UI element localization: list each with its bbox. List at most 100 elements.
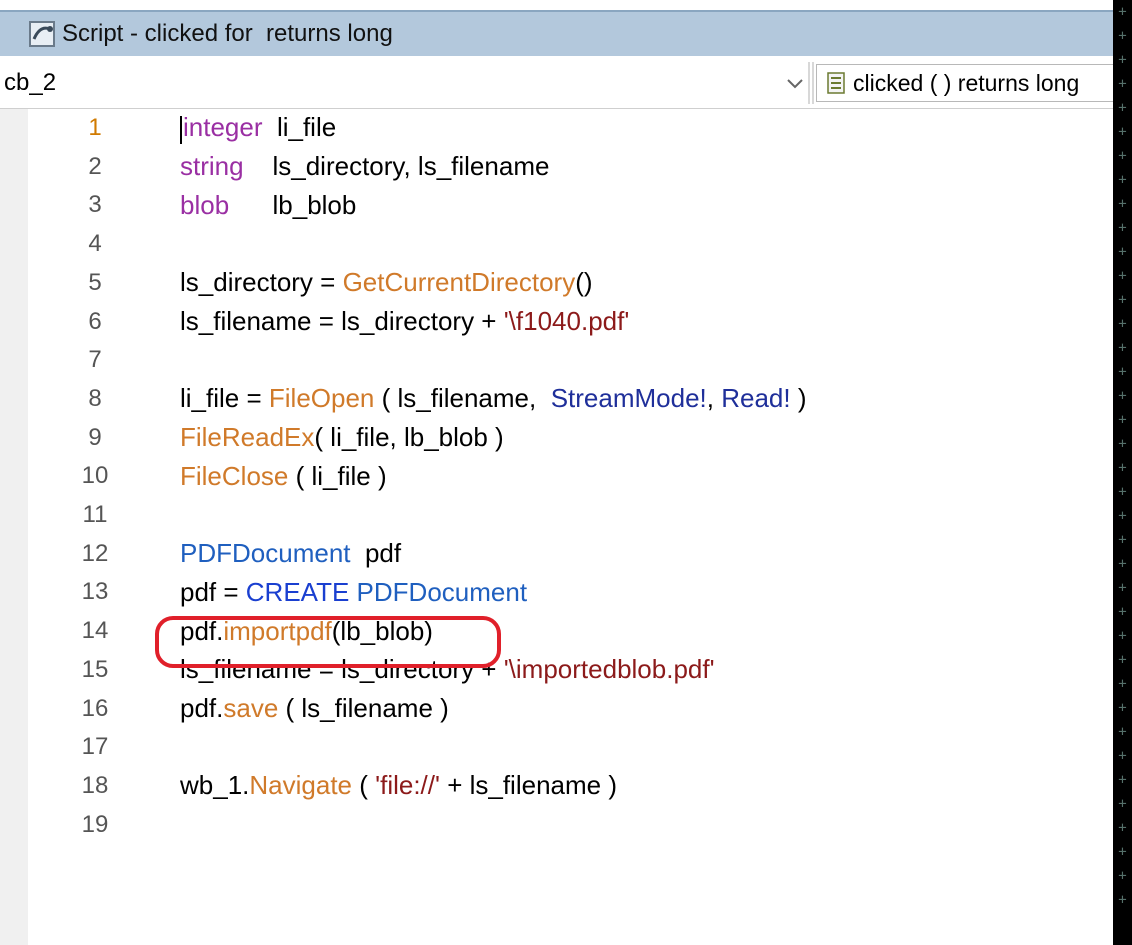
event-dropdown[interactable]: clicked ( ) returns long (816, 64, 1113, 102)
code-token: ( li_file ) (288, 460, 387, 491)
code-token: li_file = (180, 383, 269, 414)
code-line[interactable]: 9 FileReadEx( li_file, lb_blob ) (0, 419, 1113, 457)
code-line[interactable]: 4 (0, 225, 1113, 263)
background-mark: + (1118, 556, 1127, 572)
background-edge: + + + + + + + + + + + + + + + + + + + + + + + + + + + + + + + + + + + + + + (1113, 0, 1132, 945)
event-list-icon (827, 72, 845, 94)
code-token: '\importedblob.pdf' (503, 654, 715, 685)
code-line[interactable]: 1 integer li_file (0, 109, 1113, 147)
line-number: 1 (88, 114, 102, 141)
background-mark: + (1118, 316, 1127, 332)
code-line[interactable]: 19 (0, 806, 1113, 844)
code-line[interactable]: 11 (0, 496, 1113, 534)
code-token: PDFDocument (180, 538, 351, 569)
code-line[interactable]: 12 PDFDocument pdf (0, 535, 1113, 573)
code-token: + ls_filename ) (439, 770, 617, 801)
code-text: PDFDocument pdf (180, 538, 401, 569)
background-mark: + (1118, 4, 1127, 20)
code-line[interactable]: 6 ls_filename = ls_directory + '\f1040.pd… (0, 303, 1113, 341)
code-token: ls_directory, ls_filename (243, 151, 550, 182)
code-token: string (180, 151, 244, 182)
code-token: CREATE (245, 576, 350, 607)
background-mark: + (1118, 388, 1127, 404)
line-number: 19 (81, 810, 109, 838)
highlight-annotation (155, 616, 501, 668)
line-number: 10 (81, 462, 109, 490)
background-mark: + (1118, 220, 1127, 236)
background-mark: + (1118, 772, 1127, 788)
code-token: integer (183, 112, 263, 143)
background-mark: + (1118, 412, 1127, 428)
chevron-down-icon[interactable] (782, 70, 808, 96)
code-line[interactable]: 5 ls_directory = GetCurrentDirectory() (0, 264, 1113, 302)
code-token: pdf. (180, 693, 224, 723)
code-token: lb_blob (229, 189, 357, 220)
title-bar: Script - clicked for returns long (0, 10, 1113, 56)
code-line[interactable]: 10 FileClose ( li_file ) (0, 457, 1113, 495)
background-mark: + (1118, 748, 1127, 764)
code-token: ( (352, 770, 376, 801)
line-number: 18 (81, 771, 109, 799)
background-mark: + (1118, 652, 1127, 668)
background-mark: + (1118, 700, 1127, 716)
code-token: FileOpen (268, 383, 375, 414)
code-token: ls_directory = (180, 267, 343, 298)
code-token: StreamMode! (550, 383, 707, 414)
line-number: 3 (88, 191, 102, 219)
code-token: ( li_file, lb_blob ) (314, 422, 504, 453)
code-token: Read! (721, 383, 791, 414)
background-mark: + (1118, 364, 1127, 380)
code-text: pdf = CREATE PDFDocument (180, 577, 527, 608)
line-number: 7 (88, 346, 102, 374)
code-token: PDFDocument (356, 576, 528, 607)
line-number: 17 (81, 733, 109, 761)
event-dropdown-value: clicked ( ) returns long (853, 69, 1080, 96)
background-mark: + (1118, 148, 1127, 164)
object-dropdown[interactable]: cb_2 (0, 64, 808, 102)
text-caret (180, 115, 182, 144)
code-line[interactable]: 8 li_file = FileOpen ( ls_filename, Strea… (0, 380, 1113, 418)
background-mark: + (1118, 508, 1127, 524)
code-line[interactable]: 7 (0, 341, 1113, 379)
script-editor-window: Script - clicked for returns long cb_2 c… (0, 0, 1113, 945)
toolbar-divider (812, 62, 814, 104)
background-mark: + (1118, 76, 1127, 92)
code-line[interactable]: 16 pdf.save ( ls_filename ) (0, 690, 1113, 728)
background-mark: + (1118, 868, 1127, 884)
background-mark: + (1118, 628, 1127, 644)
code-token: save (223, 693, 279, 723)
line-number: 11 (82, 501, 108, 528)
line-number: 5 (88, 268, 102, 296)
background-mark: + (1118, 796, 1127, 812)
background-mark: + (1118, 100, 1127, 116)
code-token: blob (180, 189, 230, 220)
script-toolbar: cb_2 clicked ( ) returns long (0, 58, 1113, 109)
background-mark: + (1118, 292, 1127, 308)
code-token: wb_1. (180, 770, 250, 801)
code-line[interactable]: 13 pdf = CREATE PDFDocument (0, 573, 1113, 611)
code-line[interactable]: 3 blob lb_blob (0, 186, 1113, 224)
toolbar-divider (808, 62, 810, 104)
code-line[interactable]: 2 string ls_directory, ls_filename (0, 148, 1113, 186)
code-text: li_file = FileOpen ( ls_filename, Stream… (180, 383, 807, 414)
code-token: GetCurrentDirectory (342, 267, 576, 298)
background-mark: + (1118, 124, 1127, 140)
background-mark: + (1118, 724, 1127, 740)
code-text: integer li_file (180, 112, 336, 144)
code-token: Navigate (249, 770, 353, 801)
background-mark: + (1118, 580, 1127, 596)
line-number: 13 (81, 578, 109, 606)
code-line[interactable]: 18 wb_1.Navigate ( 'file://' + ls_filenam… (0, 767, 1113, 805)
code-token: ) (790, 383, 807, 414)
code-token: , (706, 383, 722, 414)
code-text: ls_filename = ls_directory + '\f1040.pdf… (180, 306, 629, 337)
code-token: FileReadEx (180, 422, 315, 453)
code-line[interactable]: 17 (0, 728, 1113, 766)
code-token: pdf = (180, 576, 246, 607)
code-token: () (575, 267, 593, 298)
background-mark: + (1118, 820, 1127, 836)
window-title: Script - clicked for returns long (62, 20, 393, 47)
code-token: FileClose (180, 460, 289, 491)
background-mark: + (1118, 340, 1127, 356)
